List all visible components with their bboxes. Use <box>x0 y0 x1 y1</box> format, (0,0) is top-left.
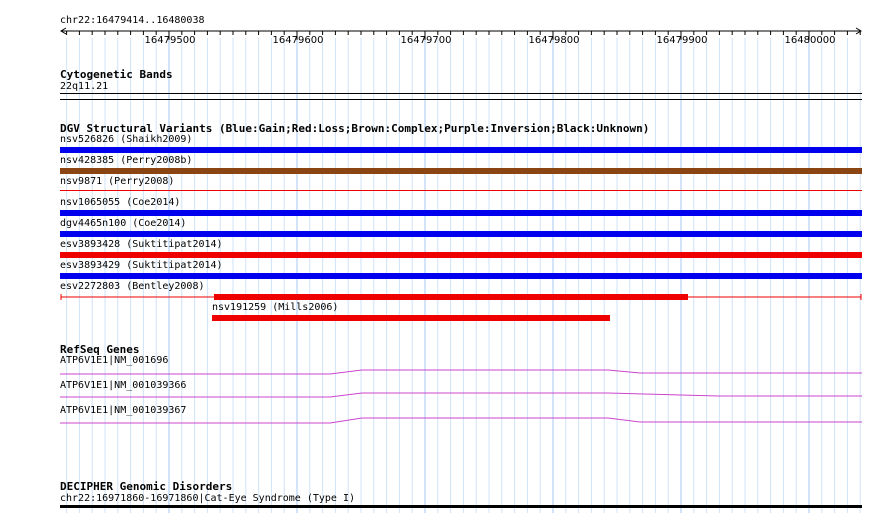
gene-models[interactable] <box>0 0 890 513</box>
decipher-feature[interactable] <box>60 505 862 508</box>
decipher-track-title: DECIPHER Genomic Disorders <box>60 480 233 493</box>
decipher-entry-label[interactable]: chr22:16971860-16971860|Cat-Eye Syndrome… <box>60 493 355 505</box>
